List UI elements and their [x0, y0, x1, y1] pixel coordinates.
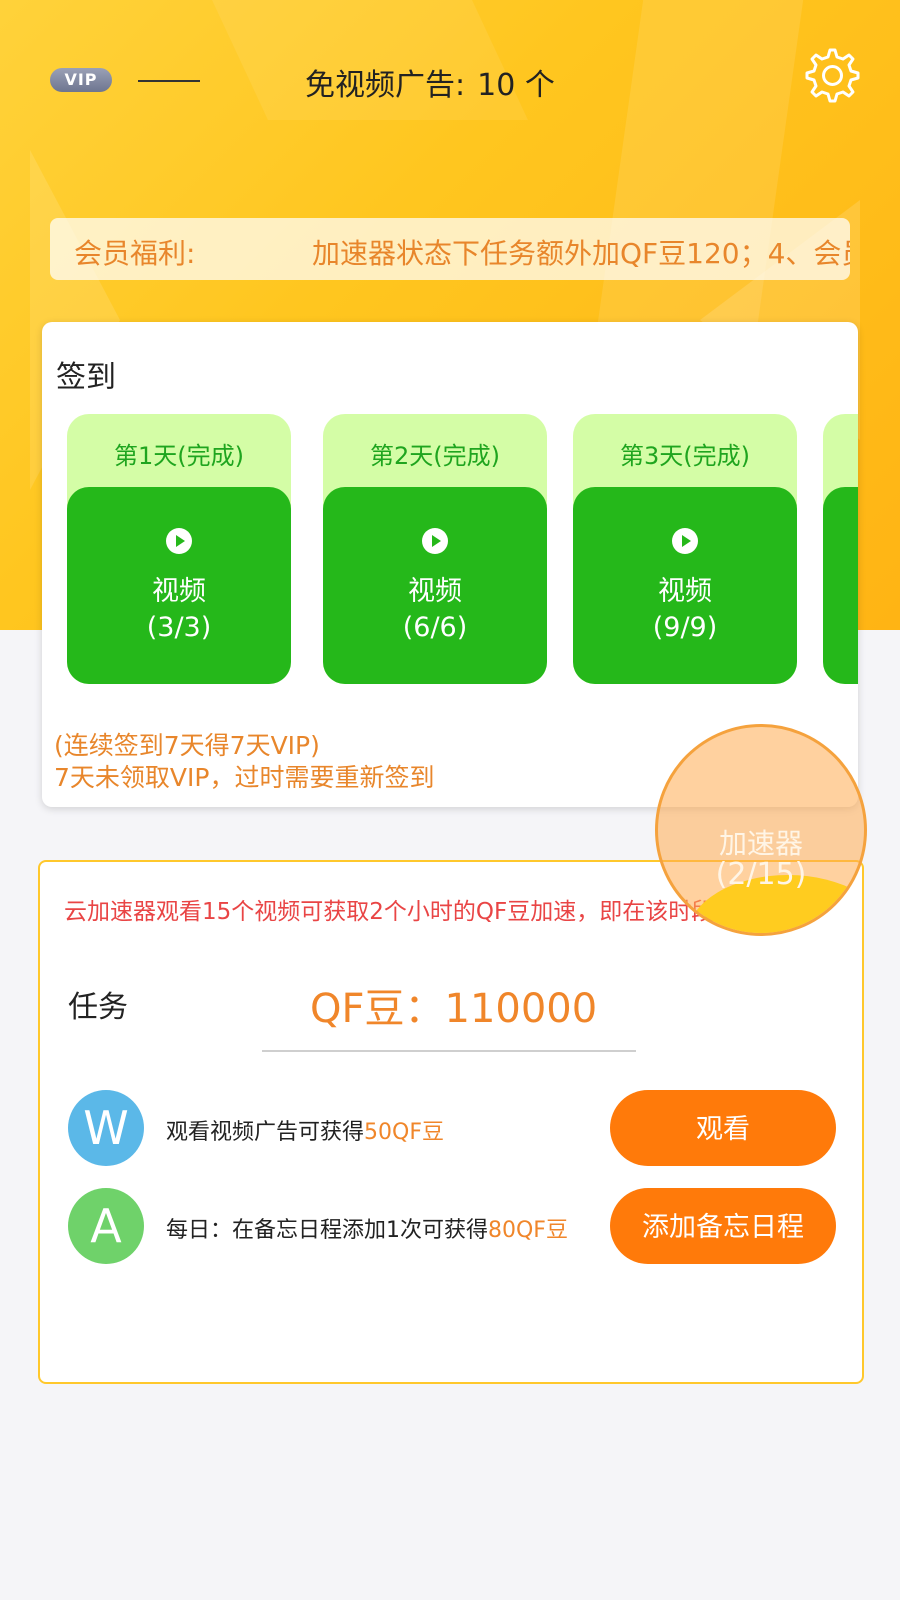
benefit-marquee: 加速器状态下任务额外加QF豆120；4、会员( [312, 237, 850, 270]
task-card: 云加速器观看15个视频可获取2个小时的QF豆加速，即在该时段内任务 任务 QF豆… [38, 860, 864, 1384]
checkin-note: (连续签到7天得7天VIP) 7天未领取VIP，过时需要重新签到 [54, 730, 434, 794]
top-bar: VIP —— 免视频广告: 10 个 [0, 0, 900, 160]
divider [262, 1050, 636, 1052]
task-reward: 50QF豆 [364, 1120, 444, 1145]
task-desc-text: 观看视频广告可获得 [166, 1120, 365, 1145]
day-video-panel[interactable]: 视频 (6/6) [323, 487, 547, 684]
task-row: W 观看视频广告可获得50QF豆 观看 [40, 1090, 862, 1166]
task-description: 观看视频广告可获得50QF豆 [166, 1114, 444, 1146]
day-video-panel[interactable] [823, 487, 858, 684]
checkin-day-partial[interactable] [823, 414, 858, 684]
checkin-title: 签到 [56, 360, 116, 395]
ad-free-count: 免视频广告: 10 个 [305, 60, 555, 104]
task-title: 任务 [68, 990, 128, 1025]
task-desc-text: 每日：在备忘日程添加1次可获得 [166, 1218, 488, 1243]
add-memo-button[interactable]: 添加备忘日程 [610, 1188, 836, 1264]
play-icon [166, 528, 192, 554]
task-avatar: A [68, 1188, 144, 1264]
checkin-days: 第1天(完成) 视频 (3/3) 第2天(完成) 视频 (6/6) 第3天(完成… [67, 414, 858, 684]
checkin-note-line2: 7天未领取VIP，过时需要重新签到 [54, 763, 435, 792]
ad-free-number: 10 个 [477, 68, 555, 103]
task-row: A 每日：在备忘日程添加1次可获得80QF豆 添加备忘日程 [40, 1188, 862, 1264]
day-video-panel[interactable]: 视频 (9/9) [573, 487, 797, 684]
day-video-count: (6/6) [402, 612, 468, 643]
play-icon [422, 528, 448, 554]
day-video-label: 视频 [152, 576, 206, 607]
checkin-day[interactable]: 第2天(完成) 视频 (6/6) [323, 414, 547, 684]
day-video-label: 视频 [658, 576, 712, 607]
day-label: 第1天(完成) [114, 442, 244, 470]
task-reward: 80QF豆 [488, 1218, 568, 1243]
gear-icon[interactable] [800, 44, 860, 104]
day-video-label: 视频 [408, 576, 462, 607]
day-video-count: (3/3) [146, 612, 212, 643]
day-label: 第2天(完成) [370, 442, 500, 470]
watch-button[interactable]: 观看 [610, 1090, 836, 1166]
accelerator-count: (2/15) [715, 857, 807, 892]
checkin-note-line1: (连续签到7天得7天VIP) [54, 731, 320, 760]
ad-free-label: 免视频广告: [305, 68, 466, 103]
accelerator-label: 加速器 [718, 827, 803, 860]
vip-expiry: —— [138, 80, 200, 82]
benefit-label: 会员福利: [74, 237, 196, 270]
day-label: 第3天(完成) [620, 442, 750, 470]
accelerator-button[interactable]: 加速器 (2/15) [655, 724, 867, 936]
day-video-count: (9/9) [652, 612, 718, 643]
member-benefit-bar: 会员福利: 加速器状态下任务额外加QF豆120；4、会员( [50, 218, 850, 280]
task-description: 每日：在备忘日程添加1次可获得80QF豆 [166, 1212, 568, 1244]
qf-balance: QF豆：110000 [310, 986, 598, 1032]
play-icon [672, 528, 698, 554]
checkin-day[interactable]: 第3天(完成) 视频 (9/9) [573, 414, 797, 684]
checkin-day[interactable]: 第1天(完成) 视频 (3/3) [67, 414, 291, 684]
day-video-panel[interactable]: 视频 (3/3) [67, 487, 291, 684]
vip-badge: VIP [50, 68, 112, 92]
task-avatar: W [68, 1090, 144, 1166]
